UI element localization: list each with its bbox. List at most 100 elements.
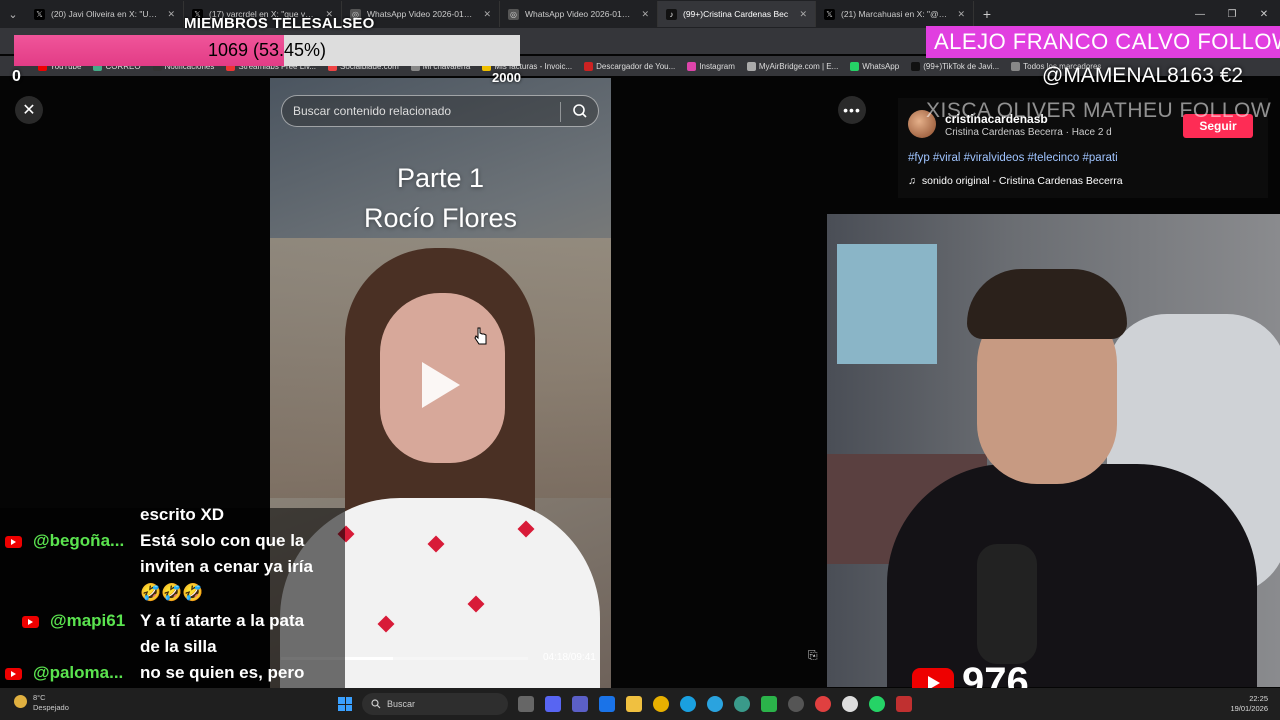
fading-follow-alert: XISCA OLIVER MATHEU FOLLOW bbox=[926, 99, 1272, 122]
chrome-icon[interactable] bbox=[653, 696, 669, 712]
goal-min-label: 0 bbox=[12, 68, 21, 85]
bookmark-label: Instagram bbox=[699, 61, 735, 71]
bookmark-favicon-icon bbox=[687, 61, 697, 71]
author-subline: Cristina Cardenas Becerra · Hace 2 d bbox=[945, 127, 1112, 138]
video-caption-line2: Rocío Flores bbox=[363, 203, 518, 233]
chat-text-line: Y a tí atarte a la pata bbox=[140, 611, 305, 630]
obs-icon[interactable] bbox=[788, 696, 804, 712]
bookmark-favicon-icon bbox=[746, 61, 756, 71]
music-note-icon: ♫ bbox=[908, 175, 916, 187]
live-chat-overlay: escrito XD @begoña... Está solo con que la… bbox=[0, 508, 345, 688]
cam-streamer-hair bbox=[967, 269, 1127, 339]
search-icon[interactable] bbox=[572, 103, 588, 119]
file-explorer-icon[interactable] bbox=[626, 696, 642, 712]
bookmark-item[interactable]: (99+)TikTok de Javi... bbox=[911, 61, 1000, 71]
play-icon[interactable] bbox=[422, 362, 460, 408]
goal-progress-text: 1069 (53.45%) bbox=[207, 40, 327, 60]
weather-temp: 8°C bbox=[33, 693, 46, 702]
tab-title: (20) Javi Oliveira en X: "Una de bbox=[51, 9, 158, 19]
new-tab-button[interactable]: + bbox=[974, 6, 1000, 22]
app-icon[interactable] bbox=[815, 696, 831, 712]
chat-text: escrito XD bbox=[140, 508, 340, 528]
windows-taskbar: 8°C Despejado Buscar 22:25 19/01/2026 bbox=[0, 688, 1280, 720]
camtasia-icon[interactable] bbox=[761, 696, 777, 712]
app-icon[interactable] bbox=[896, 696, 912, 712]
browser-tab[interactable]: 𝕏 (21) Marcahuasi en X: "@Salom ✕ bbox=[816, 1, 974, 27]
tab-close-icon[interactable]: ✕ bbox=[957, 9, 965, 20]
bookmark-favicon-icon bbox=[584, 61, 594, 71]
bookmark-favicon-icon bbox=[1011, 61, 1021, 71]
tab-title: WhatsApp Video 2026-01-18 a bbox=[525, 9, 632, 19]
windows-start-icon[interactable] bbox=[338, 697, 352, 711]
clock-time: 22:25 bbox=[1249, 694, 1268, 703]
bookmark-item[interactable]: Instagram bbox=[687, 61, 735, 71]
chat-text: Y a tí atarte a la pata de la silla bbox=[140, 608, 340, 660]
hashtags[interactable]: #fyp #viral #viralvideos #telecinco #par… bbox=[908, 152, 1118, 164]
search-icon bbox=[371, 699, 381, 709]
x-logo-icon: 𝕏 bbox=[34, 8, 45, 20]
moon-icon bbox=[14, 695, 27, 708]
tab-close-icon[interactable]: ✕ bbox=[799, 9, 807, 20]
tab-close-icon[interactable]: ✕ bbox=[641, 9, 649, 20]
discord-icon[interactable] bbox=[545, 696, 561, 712]
x-logo-icon: 𝕏 bbox=[824, 8, 835, 20]
weather-condition: Despejado bbox=[33, 703, 69, 712]
screen: ⌄ 𝕏(20) Javi Oliveira en X: "Una de✕𝕏(17… bbox=[0, 0, 1280, 720]
webcam-feed bbox=[827, 214, 1280, 687]
teams-icon[interactable] bbox=[572, 696, 588, 712]
browser-tab[interactable]: ♪ (99+)Cristina Cardenas Bec ✕ bbox=[658, 1, 816, 27]
close-window-icon[interactable]: ✕ bbox=[1248, 0, 1280, 28]
related-search-input[interactable]: Buscar contenido relacionado bbox=[281, 95, 599, 127]
minimize-icon[interactable]: — bbox=[1184, 0, 1216, 28]
chat-text-line: no se quien es, pero bbox=[140, 663, 305, 682]
tab-title: (99+)Cristina Cardenas Bec bbox=[683, 9, 789, 19]
chat-text: Está solo con que la inviten a cenar ya i… bbox=[140, 528, 340, 606]
search-placeholder: Buscar contenido relacionado bbox=[293, 104, 452, 118]
follow-alert: ALEJO FRANCO CALVO FOLLOW bbox=[926, 26, 1280, 58]
hand-cursor-icon bbox=[474, 327, 487, 345]
globe-app-icon[interactable] bbox=[734, 696, 750, 712]
telegram-icon[interactable] bbox=[707, 696, 723, 712]
chat-text-line: escrito XD bbox=[140, 508, 225, 524]
tab-search-icon[interactable]: ⌄ bbox=[0, 0, 26, 28]
sound-link[interactable]: ♫ sonido original - Cristina Cardenas Be… bbox=[908, 175, 1123, 187]
shirt-heart bbox=[427, 535, 445, 553]
app-icon[interactable] bbox=[842, 696, 858, 712]
browser-tab[interactable]: ◎ WhatsApp Video 2026-01-18 a ✕ bbox=[500, 1, 658, 27]
system-clock[interactable]: 22:25 19/01/2026 bbox=[1230, 694, 1268, 714]
bookmark-favicon-icon bbox=[850, 61, 860, 71]
search-divider bbox=[560, 102, 561, 122]
chat-author: @paloma... bbox=[33, 663, 124, 682]
tab-close-icon[interactable]: ✕ bbox=[483, 9, 491, 20]
clipboard-icon[interactable]: ⎘ bbox=[808, 648, 818, 663]
chat-author: @begoña... bbox=[33, 531, 125, 550]
tab-close-icon[interactable]: ✕ bbox=[167, 9, 175, 20]
chat-text-line: Está solo con que la bbox=[140, 531, 305, 550]
edge-icon[interactable] bbox=[680, 696, 696, 712]
restore-icon[interactable]: ❐ bbox=[1216, 0, 1248, 28]
membership-goal-bar: 1069 (53.45%) bbox=[14, 35, 520, 66]
tab-list: 𝕏(20) Javi Oliveira en X: "Una de✕𝕏(17) … bbox=[26, 1, 974, 27]
shirt-heart bbox=[467, 595, 485, 613]
taskbar-search[interactable]: Buscar bbox=[362, 693, 508, 715]
tab-title: (21) Marcahuasi en X: "@Salom bbox=[841, 9, 947, 19]
outlook-icon[interactable] bbox=[599, 696, 615, 712]
close-viewer-button[interactable]: ✕ bbox=[15, 96, 43, 124]
taskbar-apps bbox=[518, 696, 912, 712]
browser-tab[interactable]: 𝕏 (20) Javi Oliveira en X: "Una de ✕ bbox=[26, 1, 184, 27]
bookmark-label: Descargador de You... bbox=[596, 61, 676, 71]
chat-text: no se quien es, peroque asco de persona bbox=[140, 660, 340, 688]
window-controls: — ❐ ✕ bbox=[1184, 0, 1280, 28]
bookmark-label: (99+)TikTok de Javi... bbox=[923, 61, 1000, 71]
whatsapp-icon[interactable] bbox=[869, 696, 885, 712]
youtube-icon bbox=[5, 668, 22, 680]
video-caption-line1: Parte 1 bbox=[396, 163, 485, 193]
cam-streamer-body bbox=[887, 464, 1257, 687]
more-options-button[interactable]: ••• bbox=[838, 96, 866, 124]
bookmark-item[interactable]: MyAirBridge.com | E... bbox=[746, 61, 838, 71]
chat-author: @mapi61 bbox=[50, 611, 126, 630]
bookmark-item[interactable]: Descargador de You... bbox=[584, 61, 676, 71]
task-view-icon[interactable] bbox=[518, 696, 534, 712]
bookmark-item[interactable]: WhatsApp bbox=[850, 61, 899, 71]
goal-max-label: 2000 bbox=[492, 70, 521, 85]
